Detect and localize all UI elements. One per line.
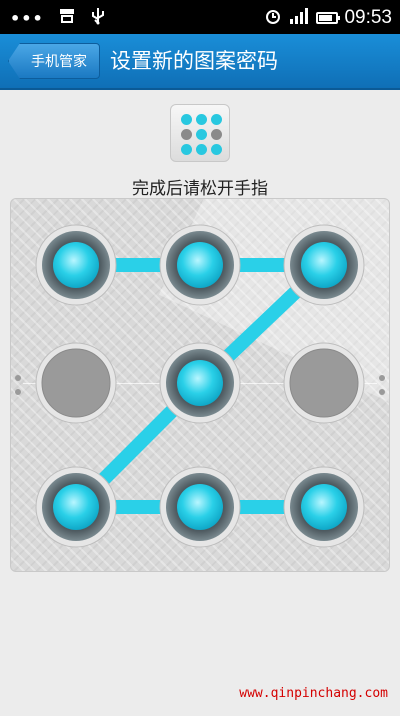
pattern-preview-icon	[170, 104, 230, 162]
pattern-node-6[interactable]	[283, 342, 365, 424]
pattern-canvas	[35, 224, 365, 548]
watermark: www.qinpinchang.com	[239, 686, 388, 701]
preview-dot	[181, 114, 192, 125]
preview-dot	[211, 129, 222, 140]
dots-icon: •••	[10, 8, 44, 28]
pattern-lock-panel[interactable]	[10, 198, 390, 572]
pattern-node-3[interactable]	[283, 224, 365, 306]
preview-dot	[196, 114, 207, 125]
page-title: 设置新的图案密码	[110, 49, 278, 73]
status-bar: ••• 09:53	[0, 0, 400, 34]
app-header: 手机管家 设置新的图案密码	[0, 34, 400, 90]
pattern-node-7[interactable]	[35, 466, 117, 548]
preview-dot	[211, 144, 222, 155]
storage-icon	[58, 7, 76, 29]
pattern-node-5[interactable]	[159, 342, 241, 424]
preview-dot	[181, 144, 192, 155]
pattern-node-9[interactable]	[283, 466, 365, 548]
pattern-node-8[interactable]	[159, 466, 241, 548]
preview-dot	[211, 114, 222, 125]
clock: 09:53	[344, 7, 392, 28]
pattern-node-1[interactable]	[35, 224, 117, 306]
instruction-text: 完成后请松开手指	[132, 179, 268, 199]
back-button[interactable]: 手机管家	[8, 43, 100, 79]
pattern-node-4[interactable]	[35, 342, 117, 424]
battery-icon	[316, 12, 341, 24]
preview-dot	[181, 129, 192, 140]
usb-icon	[90, 7, 106, 29]
pattern-node-2[interactable]	[159, 224, 241, 306]
alarm-icon	[264, 7, 282, 29]
signal-icon	[288, 7, 310, 29]
preview-dot	[196, 129, 207, 140]
preview-dot	[196, 144, 207, 155]
